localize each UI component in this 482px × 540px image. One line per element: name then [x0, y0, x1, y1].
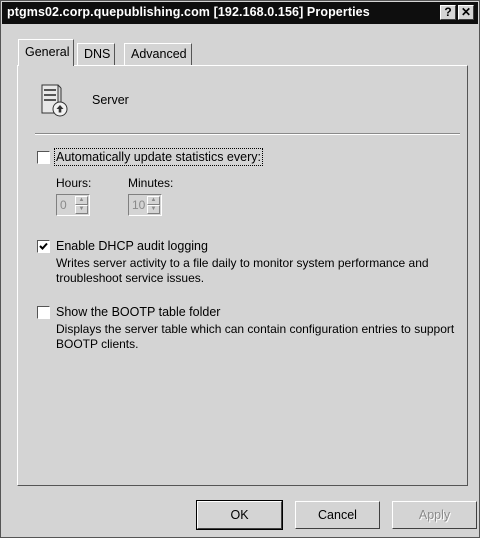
help-button[interactable]: ? [440, 5, 456, 20]
auto-update-checkbox[interactable] [37, 151, 50, 164]
tab-general[interactable]: General [18, 39, 75, 66]
properties-dialog: ptgms02.corp.quepublishing.com [192.168.… [0, 0, 480, 538]
hours-value: 0 [60, 198, 67, 212]
minutes-up-arrow-icon[interactable]: ▲ [147, 196, 160, 205]
dhcp-audit-description: Writes server activity to a file daily t… [56, 256, 429, 285]
title-bar[interactable]: ptgms02.corp.quepublishing.com [192.168.… [2, 2, 478, 24]
general-tab-panel: Server Automatically update statistics e… [17, 65, 468, 486]
separator [35, 133, 460, 135]
tab-advanced-label: Advanced [131, 47, 187, 61]
minutes-value: 10 [132, 198, 146, 212]
tab-general-label: General [25, 45, 70, 59]
close-button[interactable]: ✕ [458, 5, 474, 20]
apply-button[interactable]: Apply [392, 501, 477, 529]
cancel-button[interactable]: Cancel [295, 501, 380, 529]
hours-down-arrow-icon[interactable]: ▼ [75, 205, 88, 214]
hours-label: Hours: [56, 176, 92, 190]
dhcp-audit-checkbox[interactable] [37, 240, 50, 253]
server-icon [41, 84, 68, 117]
tab-dns-label: DNS [84, 47, 111, 61]
minutes-down-arrow-icon[interactable]: ▼ [147, 205, 160, 214]
tab-advanced[interactable]: Advanced [124, 43, 192, 65]
dhcp-audit-label[interactable]: Enable DHCP audit logging [56, 239, 208, 253]
minutes-label: Minutes: [128, 176, 174, 190]
server-label: Server [92, 93, 129, 107]
bootp-checkbox[interactable] [37, 306, 50, 319]
hours-up-arrow-icon[interactable]: ▲ [75, 196, 88, 205]
bootp-description: Displays the server table which can cont… [56, 322, 455, 351]
auto-update-label[interactable]: Automatically update statistics every: [54, 148, 263, 166]
checkmark-icon [39, 242, 48, 250]
hours-spinner[interactable]: 0 ▲ ▼ [56, 194, 90, 216]
bootp-label[interactable]: Show the BOOTP table folder [56, 305, 220, 319]
dialog-title: ptgms02.corp.quepublishing.com [192.168.… [7, 5, 370, 19]
ok-button[interactable]: OK [196, 500, 283, 530]
minutes-spinner[interactable]: 10 ▲ ▼ [128, 194, 162, 216]
tab-dns[interactable]: DNS [77, 43, 116, 65]
